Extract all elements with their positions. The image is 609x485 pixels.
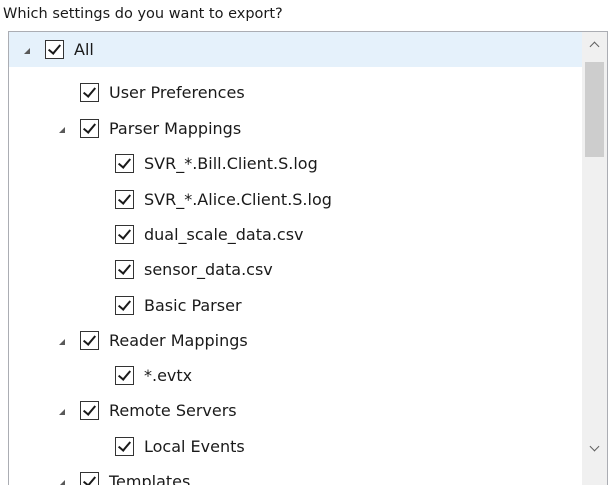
checkmark-icon [117, 226, 132, 240]
checkmark-icon [82, 84, 97, 98]
tree-item-reader-mappings[interactable]: Reader Mappings [9, 323, 582, 358]
checkbox-parser-mappings[interactable] [80, 119, 99, 138]
tree-item-label: *.evtx [144, 366, 193, 385]
tree-item-templates[interactable]: Templates [9, 464, 582, 485]
tree-item-svr-bill-log[interactable]: SVR_*.Bill.Client.S.log [9, 146, 582, 181]
expanded-triangle-icon[interactable] [24, 48, 30, 54]
tree-item-label: sensor_data.csv [144, 260, 273, 279]
checkmark-icon [82, 402, 97, 416]
tree-item-label: SVR_*.Bill.Client.S.log [144, 154, 318, 173]
tree-item-user-preferences[interactable]: User Preferences [9, 75, 582, 110]
checkbox-local-events[interactable] [115, 437, 134, 456]
checkmark-icon [117, 367, 132, 381]
tree-item-basic-parser[interactable]: Basic Parser [9, 288, 582, 323]
tree-item-label: SVR_*.Alice.Client.S.log [144, 190, 332, 209]
checkmark-icon [117, 297, 132, 311]
tree-item-label: Local Events [144, 437, 245, 456]
tree-rows: All User Preferences Parser Mappings SVR… [9, 32, 582, 485]
scroll-up-button[interactable] [582, 32, 607, 56]
checkbox-user-preferences[interactable] [80, 83, 99, 102]
tree-item-dual-scale-data[interactable]: dual_scale_data.csv [9, 217, 582, 252]
checkbox-svr-bill-log[interactable] [115, 154, 134, 173]
tree-item-all[interactable]: All [9, 32, 582, 67]
tree-item-evtx[interactable]: *.evtx [9, 358, 582, 393]
checkbox-sensor-data[interactable] [115, 260, 134, 279]
chevron-up-icon [589, 41, 600, 51]
tree-item-local-events[interactable]: Local Events [9, 429, 582, 464]
tree-item-label: Reader Mappings [109, 331, 248, 350]
settings-tree[interactable]: All User Preferences Parser Mappings SVR… [8, 31, 608, 485]
expanded-triangle-icon[interactable] [59, 409, 65, 415]
checkbox-remote-servers[interactable] [80, 401, 99, 420]
tree-item-label: Templates [109, 472, 191, 485]
tree-item-label: dual_scale_data.csv [144, 225, 304, 244]
checkbox-basic-parser[interactable] [115, 296, 134, 315]
tree-item-label: All [74, 40, 94, 59]
tree-item-label: User Preferences [109, 83, 245, 102]
expanded-triangle-icon[interactable] [59, 480, 65, 485]
export-settings-panel: Which settings do you want to export? Al… [0, 0, 609, 485]
checkbox-reader-mappings[interactable] [80, 331, 99, 350]
tree-item-parser-mappings[interactable]: Parser Mappings [9, 111, 582, 146]
export-prompt-label: Which settings do you want to export? [3, 6, 283, 22]
checkmark-icon [82, 120, 97, 134]
checkmark-icon [82, 332, 97, 346]
tree-item-remote-servers[interactable]: Remote Servers [9, 393, 582, 428]
checkbox-templates[interactable] [80, 472, 99, 485]
scrollbar-thumb[interactable] [585, 62, 604, 157]
checkmark-icon [117, 438, 132, 452]
vertical-scrollbar[interactable] [582, 32, 607, 485]
expanded-triangle-icon[interactable] [59, 339, 65, 345]
checkmark-icon [117, 191, 132, 205]
checkbox-evtx[interactable] [115, 366, 134, 385]
expanded-triangle-icon[interactable] [59, 127, 65, 133]
checkbox-all[interactable] [45, 40, 64, 59]
tree-item-sensor-data[interactable]: sensor_data.csv [9, 252, 582, 287]
checkbox-dual-scale-data[interactable] [115, 225, 134, 244]
checkmark-icon [82, 473, 97, 485]
checkmark-icon [117, 261, 132, 275]
checkbox-svr-alice-log[interactable] [115, 190, 134, 209]
tree-item-label: Parser Mappings [109, 119, 242, 138]
tree-item-label: Remote Servers [109, 401, 237, 420]
checkmark-icon [117, 155, 132, 169]
chevron-down-icon [589, 441, 600, 451]
checkmark-icon [47, 41, 62, 55]
scroll-down-button[interactable] [582, 436, 607, 460]
tree-item-label: Basic Parser [144, 296, 242, 315]
tree-item-svr-alice-log[interactable]: SVR_*.Alice.Client.S.log [9, 182, 582, 217]
